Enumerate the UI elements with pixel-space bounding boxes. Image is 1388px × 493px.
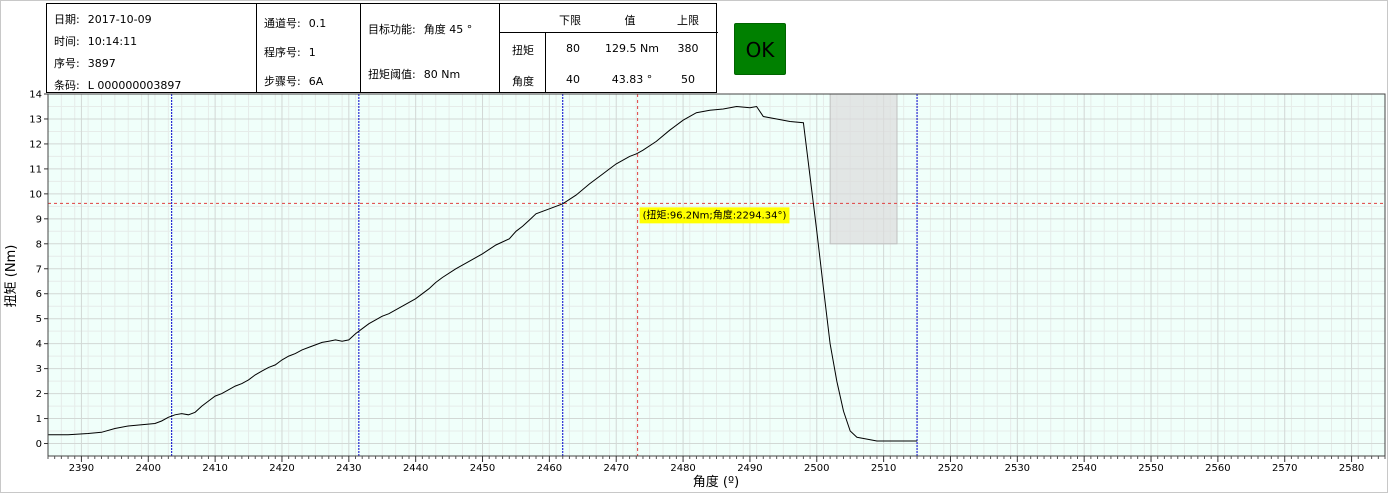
program-label: 程序号: xyxy=(264,46,301,59)
info-panel: 日期: 2017-10-09 时间: 10:14:11 序号: 3897 条码: L 0… xyxy=(46,3,718,93)
shaded-window xyxy=(829,93,898,245)
header-lower: 下限 xyxy=(559,14,581,27)
header-upper: 上限 xyxy=(677,14,699,27)
minor-grid xyxy=(47,94,1386,456)
time-label: 时间: xyxy=(54,35,80,48)
info-cell-basic: 日期: 2017-10-09 时间: 10:14:11 序号: 3897 条码: L 0… xyxy=(47,4,257,92)
torque-lower: 80 xyxy=(566,42,580,55)
y-tick-label: 13 xyxy=(29,114,42,125)
x-tick-label: 2480 xyxy=(670,463,695,474)
angle-value: 43.83 ° xyxy=(611,73,653,86)
target-label: 目标功能: xyxy=(368,23,416,36)
seq-label: 序号: xyxy=(54,57,80,70)
info-cell-target: 目标功能: 角度 45 ° 扭矩阈值: 80 Nm xyxy=(361,4,500,92)
y-tick-label: 4 xyxy=(36,339,42,350)
barcode-value: L 000000003897 xyxy=(87,79,182,92)
time-value: 10:14:11 xyxy=(87,35,138,48)
y-axis-ticks: 01234567891011121314 xyxy=(29,90,48,450)
x-tick-label: 2580 xyxy=(1339,463,1364,474)
y-tick-label: 7 xyxy=(36,264,42,275)
x-tick-label: 2420 xyxy=(269,463,294,474)
header-value: 值 xyxy=(624,14,636,27)
program-value: 1 xyxy=(308,46,316,59)
torque-row-label: 扭矩 xyxy=(512,44,534,57)
y-tick-label: 10 xyxy=(29,189,42,200)
x-axis-label: 角度 (º) xyxy=(693,474,739,490)
x-tick-label: 2540 xyxy=(1071,463,1096,474)
x-tick-label: 2460 xyxy=(537,463,562,474)
threshold-value: 80 Nm xyxy=(423,68,461,81)
torque-value: 129.5 Nm xyxy=(605,42,659,55)
y-tick-label: 2 xyxy=(36,389,42,400)
x-axis-ticks: 2390 2400 2410 2420 2430 2440 2450 2460 2470 2480… xyxy=(47,456,1386,474)
annotation-label: (扭矩:96.2Nm;角度:2294.34°) xyxy=(643,208,787,221)
target-value: 角度 45 ° xyxy=(423,23,473,36)
x-tick-label: 2400 xyxy=(136,463,161,474)
x-tick-label: 2550 xyxy=(1138,463,1163,474)
y-tick-label: 5 xyxy=(36,314,42,325)
y-tick-label: 0 xyxy=(36,439,42,450)
x-tick-label: 2510 xyxy=(871,463,896,474)
threshold-label: 扭矩阈值: xyxy=(368,68,416,81)
limits-divider xyxy=(500,32,718,33)
torque-upper: 380 xyxy=(677,42,699,55)
y-tick-label: 1 xyxy=(36,414,42,425)
x-tick-label: 2500 xyxy=(804,463,829,474)
ok-status-badge: OK xyxy=(734,23,786,75)
step-label: 步骤号: xyxy=(264,75,301,88)
x-tick-label: 2440 xyxy=(403,463,428,474)
x-tick-label: 2530 xyxy=(1005,463,1030,474)
date-label: 日期: xyxy=(54,13,80,26)
x-tick-label: 2430 xyxy=(336,463,361,474)
y-tick-label: 12 xyxy=(29,139,42,150)
y-tick-label: 9 xyxy=(36,214,42,225)
y-tick-label: 8 xyxy=(36,239,42,250)
angle-row-label: 角度 xyxy=(512,75,534,88)
x-tick-label: 2570 xyxy=(1272,463,1297,474)
channel-value: 0.1 xyxy=(308,17,327,30)
y-tick-label: 11 xyxy=(29,164,42,175)
channel-label: 通道号: xyxy=(264,17,301,30)
angle-upper: 50 xyxy=(681,73,695,86)
info-cell-channel: 通道号: 0.1 程序号: 1 步骤号: 6A xyxy=(257,4,361,92)
limits-col-divider xyxy=(545,32,546,92)
x-tick-label: 2410 xyxy=(202,463,227,474)
x-tick-label: 2470 xyxy=(603,463,628,474)
angle-lower: 40 xyxy=(566,73,580,86)
x-tick-label: 2490 xyxy=(737,463,762,474)
x-tick-label: 2450 xyxy=(470,463,495,474)
step-value: 6A xyxy=(308,75,324,88)
y-axis-label: 扭矩 (Nm) xyxy=(4,245,19,308)
barcode-label: 条码: xyxy=(54,79,80,92)
y-tick-label: 3 xyxy=(36,364,42,375)
y-tick-label: 6 xyxy=(36,289,42,300)
date-value: 2017-10-09 xyxy=(87,13,152,26)
x-tick-label: 2560 xyxy=(1205,463,1230,474)
limits-table: 下限 值 上限 扭矩 80 129.5 Nm 380 角度 40 43.83 °… xyxy=(500,4,718,92)
x-tick-label: 2390 xyxy=(69,463,94,474)
cursor-annotation: (扭矩:96.2Nm;角度:2294.34°) xyxy=(639,207,790,224)
y-tick-label: 14 xyxy=(29,90,42,101)
x-tick-label: 2520 xyxy=(938,463,963,474)
seq-value: 3897 xyxy=(87,57,116,70)
